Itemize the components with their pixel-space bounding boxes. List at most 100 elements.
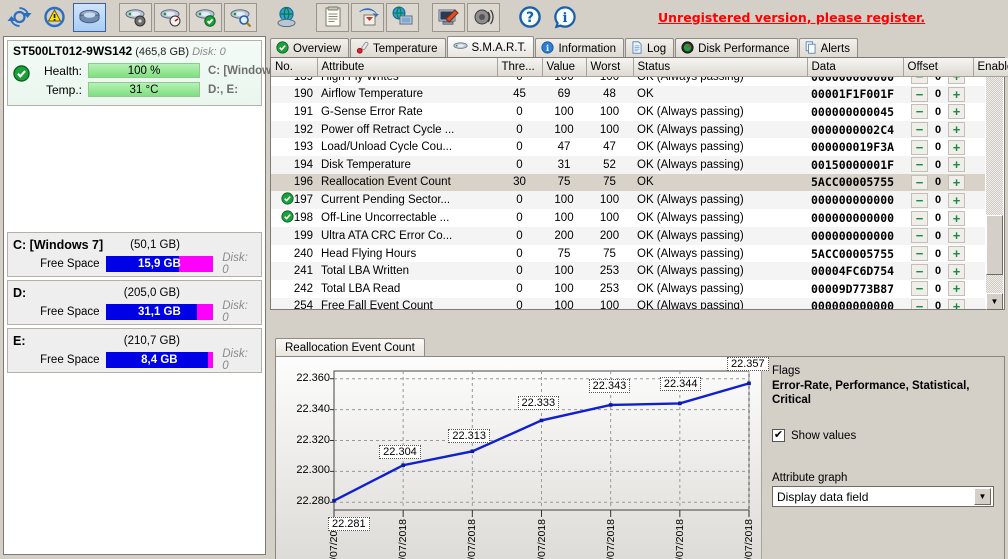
tab-overview[interactable]: Overview (270, 38, 349, 58)
offset-decrement-button[interactable]: − (911, 157, 928, 173)
offset-increment-button[interactable]: + (948, 298, 965, 309)
scroll-down-icon[interactable]: ▼ (986, 293, 1003, 310)
tab-log[interactable]: Log (624, 38, 675, 58)
tab-information[interactable]: i Information (535, 38, 624, 58)
offset-increment-button[interactable]: + (948, 157, 965, 173)
offset-decrement-button[interactable]: − (911, 174, 928, 190)
offset-increment-button[interactable]: + (948, 139, 965, 155)
table-row[interactable]: 190 Airflow Temperature 45 69 48 OK 00001F1F00… (271, 85, 985, 104)
help-icon[interactable]: ? (513, 2, 546, 32)
show-values-row[interactable]: ✔ Show values (772, 429, 994, 442)
table-row[interactable]: 196 Reallocation Event Count 30 75 75 OK 5ACC0… (271, 173, 985, 192)
column-header[interactable]: Data (807, 58, 904, 77)
offset-stepper[interactable]: −0+ (907, 298, 969, 309)
offset-stepper[interactable]: −0+ (907, 228, 969, 244)
offset-decrement-button[interactable]: − (911, 122, 928, 138)
offset-stepper[interactable]: −0+ (907, 281, 969, 297)
column-header[interactable]: Worst (586, 58, 634, 77)
table-row[interactable]: 189High Fly Writes0100100OK (Always pass… (271, 77, 985, 86)
sound-icon[interactable] (467, 2, 500, 32)
disk-speed-icon[interactable] (154, 2, 187, 32)
offset-increment-button[interactable]: + (948, 86, 965, 102)
offset-increment-button[interactable]: + (948, 210, 965, 226)
disk-network-icon[interactable] (270, 2, 303, 32)
offset-stepper[interactable]: −0+ (907, 139, 969, 155)
column-header[interactable]: Offset (903, 58, 974, 77)
table-row[interactable]: 191 G-Sense Error Rate 0 100 100 OK (Always p… (271, 103, 985, 121)
export-icon[interactable] (351, 2, 384, 32)
offset-decrement-button[interactable]: − (911, 281, 928, 297)
offset-decrement-button[interactable]: − (911, 210, 928, 226)
offset-stepper[interactable]: −0+ (907, 157, 969, 173)
offset-increment-button[interactable]: + (948, 228, 965, 244)
disk-select-icon[interactable] (73, 2, 106, 32)
disk-summary-card[interactable]: ST500LT012-9WS142 (465,8 GB) Disk: 0 Hea… (7, 40, 291, 106)
offset-increment-button[interactable]: + (948, 122, 965, 138)
offset-decrement-button[interactable]: − (911, 77, 928, 85)
warning-disk-icon[interactable] (38, 2, 71, 32)
offset-decrement-button[interactable]: − (911, 86, 928, 102)
volume-card[interactable]: D: (205,0 GB) Free Space 31,1 GB Disk: 0 (7, 280, 262, 325)
tab-temperature[interactable]: Temperature (349, 38, 446, 58)
disk-ok-icon[interactable] (189, 2, 222, 32)
offset-increment-button[interactable]: + (948, 104, 965, 120)
table-row[interactable]: 199 Ultra ATA CRC Error Co... 0 200 200 OK (A… (271, 227, 985, 245)
offset-stepper[interactable]: −0+ (907, 210, 969, 226)
disk-search-icon[interactable] (224, 2, 257, 32)
table-row[interactable]: 192 Power off Retract Cycle ... 0 100 100 OK … (271, 120, 985, 139)
offset-decrement-button[interactable]: − (911, 246, 928, 262)
table-row[interactable]: 240 Head Flying Hours 0 75 75 OK (Always pass… (271, 245, 985, 263)
show-values-checkbox[interactable]: ✔ (772, 429, 785, 442)
offset-decrement-button[interactable]: − (911, 228, 928, 244)
report-icon[interactable] (316, 2, 349, 32)
table-row[interactable]: 242 Total LBA Read 0 100 253 OK (Always passi… (271, 280, 985, 298)
offset-decrement-button[interactable]: − (911, 298, 928, 309)
offset-increment-button[interactable]: + (948, 77, 965, 85)
registration-banner[interactable]: Unregistered version, please register. (658, 10, 925, 25)
offset-stepper[interactable]: −0+ (907, 246, 969, 262)
offset-increment-button[interactable]: + (948, 174, 965, 190)
table-header-row[interactable]: No. Attribute Thre... Value Worst Status Data O… (271, 58, 1008, 77)
offset-stepper[interactable]: −0+ (907, 77, 969, 85)
tab-alerts[interactable]: Alerts (798, 38, 858, 58)
remote-icon[interactable] (386, 2, 419, 32)
offset-increment-button[interactable]: + (948, 263, 965, 279)
offset-stepper[interactable]: −0+ (907, 86, 969, 102)
offset-stepper[interactable]: −0+ (907, 174, 969, 190)
table-row[interactable]: 194 Disk Temperature 0 31 52 OK (Always passi… (271, 155, 985, 174)
offset-decrement-button[interactable]: − (911, 192, 928, 208)
table-row[interactable]: 198 Off-Line Uncorrectable ... 0 100 100 OK (… (271, 209, 985, 227)
chevron-down-icon[interactable]: ▼ (974, 488, 991, 505)
column-header[interactable]: Value (542, 58, 587, 77)
tab-s-m-a-r-t[interactable]: S.M.A.R.T. (446, 36, 535, 58)
offset-decrement-button[interactable]: − (911, 263, 928, 279)
table-row[interactable]: 193 Load/Unload Cycle Cou... 0 47 47 OK (Alwa… (271, 138, 985, 156)
offset-decrement-button[interactable]: − (911, 104, 928, 120)
offset-stepper[interactable]: −0+ (907, 104, 969, 120)
scrollbar-thumb[interactable] (986, 215, 1003, 275)
disk-scan-icon[interactable] (119, 2, 152, 32)
table-row[interactable]: 241 Total LBA Written 0 100 253 OK (Always pa… (271, 262, 985, 280)
column-header[interactable]: Thre... (497, 58, 543, 77)
offset-decrement-button[interactable]: − (911, 139, 928, 155)
column-header[interactable]: Enable (973, 58, 1008, 77)
table-row[interactable]: 197 Current Pending Sector... 0 100 100 OK (A… (271, 191, 985, 210)
volume-card[interactable]: E: (210,7 GB) Free Space 8,4 GB Disk: 0 (7, 328, 262, 373)
attribute-graph-select[interactable]: Display data field ▼ (772, 486, 994, 507)
refresh-icon[interactable] (3, 2, 36, 32)
offset-increment-button[interactable]: + (948, 281, 965, 297)
column-header[interactable]: No. (271, 58, 318, 77)
column-header[interactable]: Attribute (317, 58, 498, 77)
volume-card[interactable]: C: [Windows 7] (50,1 GB) Free Space 15,9 GB… (7, 232, 262, 277)
chart-tab[interactable]: Reallocation Event Count (275, 338, 425, 356)
offset-stepper[interactable]: −0+ (907, 263, 969, 279)
offset-increment-button[interactable]: + (948, 246, 965, 262)
chart-plot-area[interactable]: 22.280 22.300 22.320 22.340 22.360 24/07/201… (276, 357, 769, 559)
offset-increment-button[interactable]: + (948, 192, 965, 208)
table-row[interactable]: 254 Free Fall Event Count 0 100 100 OK (Alway… (271, 297, 985, 309)
column-header[interactable]: Status (633, 58, 808, 77)
offset-stepper[interactable]: −0+ (907, 122, 969, 138)
configure-icon[interactable] (432, 2, 465, 32)
offset-stepper[interactable]: −0+ (907, 192, 969, 208)
info-icon[interactable]: i (548, 2, 581, 32)
